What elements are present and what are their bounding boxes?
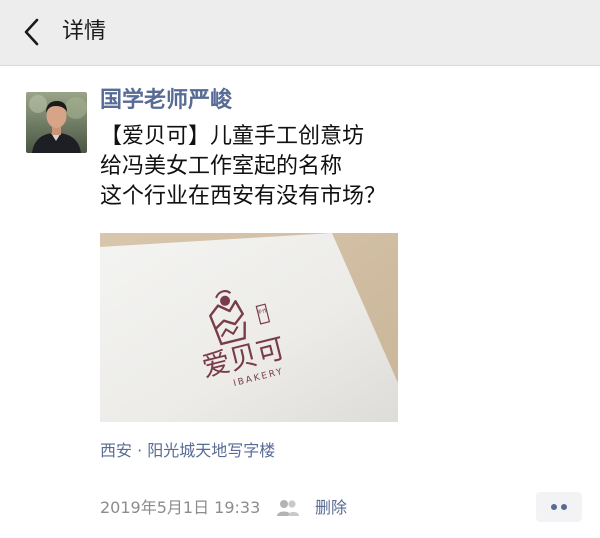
- post-text-line: 【爱贝可】儿童手工创意坊: [100, 124, 365, 149]
- author-name[interactable]: 国学老师严峻: [100, 85, 232, 117]
- post-text: 【爱贝可】儿童手工创意坊 给冯美女工作室起的名称 这个行业在西安有没有市场？: [100, 122, 580, 212]
- logo-mockup-image: 手作 爱贝可 IBAKERY: [100, 233, 398, 422]
- more-dots-icon: [551, 504, 567, 510]
- avatar-image: [26, 92, 87, 153]
- avatar[interactable]: [26, 92, 87, 153]
- moment-detail-page: 详情 国学老师严峻 【爱贝可】儿童手工创意坊 给冯美女工作室起的名称 这个行业在…: [0, 0, 600, 538]
- back-button[interactable]: [14, 15, 48, 49]
- post-image[interactable]: 手作 爱贝可 IBAKERY: [100, 233, 398, 422]
- location-link[interactable]: 西安 · 阳光城天地写字楼: [100, 440, 275, 462]
- more-button[interactable]: [536, 492, 582, 522]
- chevron-left-icon: [24, 18, 39, 46]
- header-bar: 详情: [0, 0, 600, 66]
- timestamp: 2019年5月1日 19:33: [100, 498, 261, 517]
- page-title: 详情: [62, 19, 107, 44]
- post-text-line: 这个行业在西安有没有市场？: [100, 184, 387, 209]
- delete-button[interactable]: 删除: [315, 497, 347, 519]
- people-icon[interactable]: [276, 498, 300, 518]
- post-text-line: 给冯美女工作室起的名称: [100, 154, 343, 179]
